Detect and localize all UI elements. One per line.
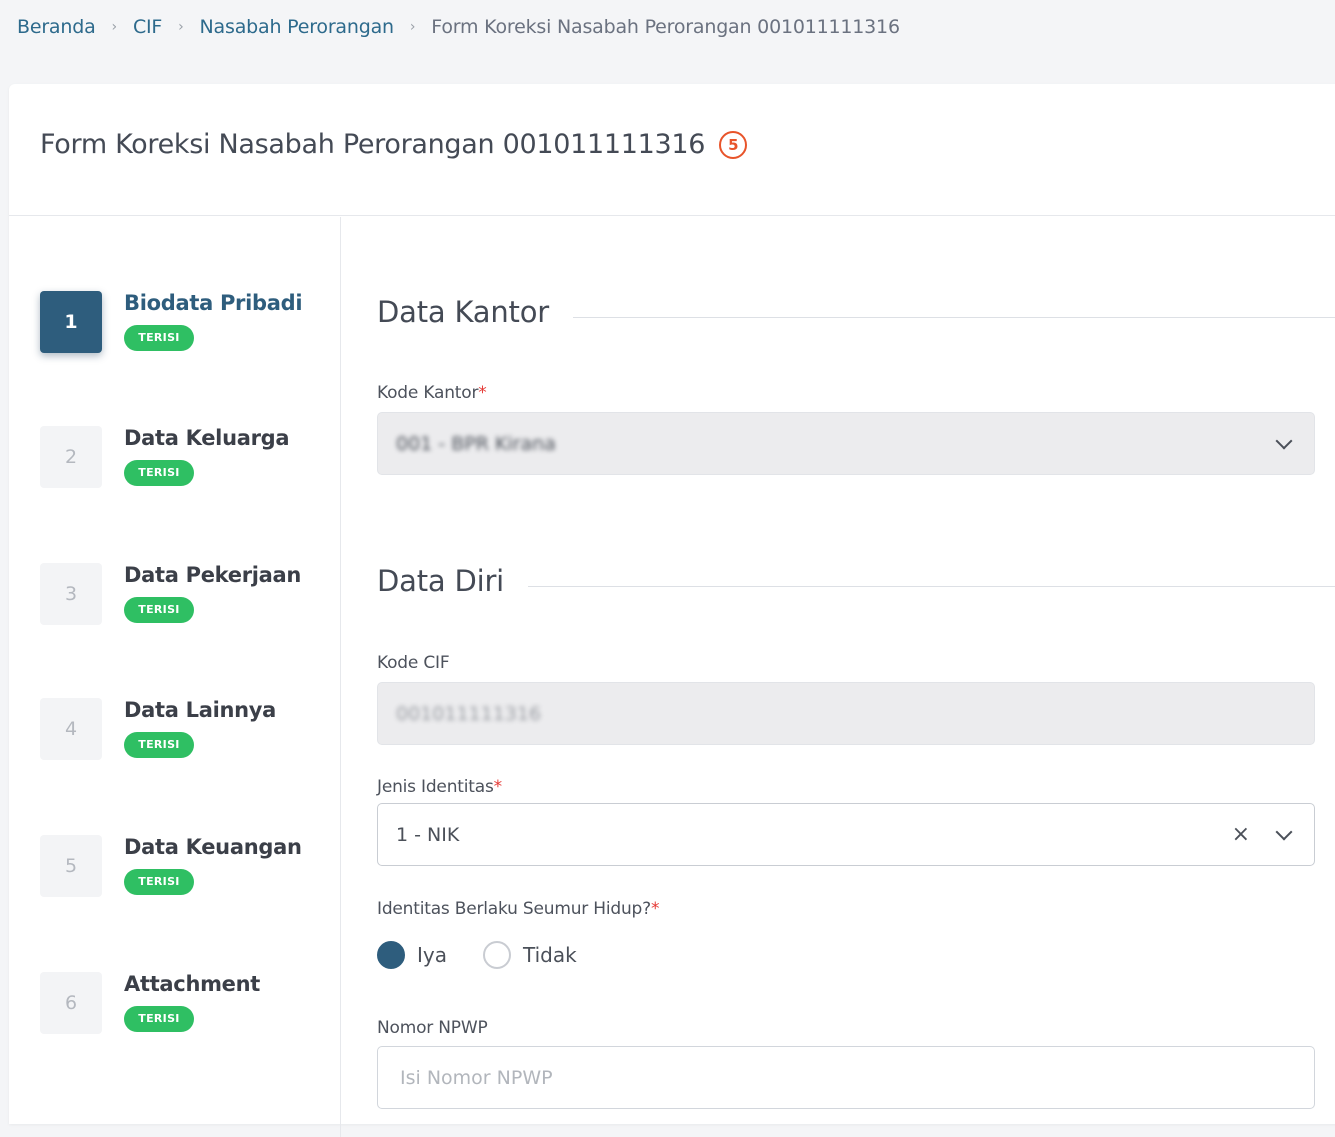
step-biodata-pribadi[interactable]: 1 Biodata Pribadi TERISI [40,291,340,355]
breadcrumb-current: Form Koreksi Nasabah Perorangan 00101111… [431,16,900,38]
radio-checked-icon[interactable] [377,941,405,969]
step-number: 4 [40,698,102,760]
step-attachment[interactable]: 6 Attachment TERISI [40,972,340,1036]
steps-sidebar: 1 Biodata Pribadi TERISI 2 Data Keluarga… [9,217,341,1137]
annotation-marker: 5 [719,130,748,159]
jenis-identitas-select[interactable]: 1 - NIK × [377,803,1315,866]
status-badge: TERISI [124,597,194,623]
step-data-lainnya[interactable]: 4 Data Lainnya TERISI [40,698,340,762]
breadcrumb-beranda[interactable]: Beranda [17,16,96,38]
breadcrumb-cif[interactable]: CIF [133,16,162,38]
radio-unchecked-icon[interactable] [483,941,511,969]
required-marker: * [493,777,503,797]
chevron-down-icon [1275,432,1293,449]
step-label: Data Keuangan [124,835,302,859]
status-badge: TERISI [124,732,194,758]
section-data-kantor: Data Kantor [377,295,1335,329]
identitas-berlaku-radio-group: Iya Tidak [377,941,577,969]
radio-tidak[interactable]: Tidak [483,941,577,969]
kode-kantor-select[interactable]: 001 - BPR Kirana [377,412,1315,475]
chevron-right-icon: › [409,19,416,35]
card-header: Form Koreksi Nasabah Perorangan 00101111… [9,84,1335,216]
kode-kantor-label-text: Kode Kantor [377,383,479,403]
step-label: Data Keluarga [124,426,290,450]
section-data-diri: Data Diri [377,564,1335,598]
step-number: 5 [40,835,102,897]
kode-cif-value: 001011111316 [396,702,542,725]
kode-cif-input: 001011111316 [377,682,1315,745]
kode-kantor-value: 001 - BPR Kirana [396,432,556,455]
chevron-right-icon: › [178,19,184,35]
step-data-pekerjaan[interactable]: 3 Data Pekerjaan TERISI [40,563,340,627]
step-number: 6 [40,972,102,1034]
section-divider [572,316,1335,318]
required-marker: * [650,899,660,919]
jenis-identitas-label-text: Jenis Identitas [377,777,494,797]
step-data-keluarga[interactable]: 2 Data Keluarga TERISI [40,426,340,490]
clear-icon[interactable]: × [1232,822,1250,847]
status-badge: TERISI [124,325,194,351]
chevron-down-icon[interactable] [1275,823,1293,840]
step-label: Biodata Pribadi [124,291,303,315]
radio-label: Tidak [523,943,577,967]
status-badge: TERISI [124,1006,194,1032]
breadcrumb: Beranda › CIF › Nasabah Perorangan › For… [17,14,900,40]
jenis-identitas-value: 1 - NIK [396,823,460,846]
status-badge: TERISI [124,869,194,895]
page-title: Form Koreksi Nasabah Perorangan 00101111… [40,129,706,160]
identitas-berlaku-label-text: Identitas Berlaku Seumur Hidup? [377,899,651,919]
step-number: 1 [40,291,102,353]
section-divider [528,585,1335,587]
section-title: Data Diri [377,564,505,598]
step-label: Data Lainnya [124,698,277,722]
page-title-row: Form Koreksi Nasabah Perorangan 00101111… [40,129,748,160]
nomor-npwp-input[interactable] [396,1066,1296,1089]
radio-iya[interactable]: Iya [377,941,447,969]
form-card: Form Koreksi Nasabah Perorangan 00101111… [9,84,1335,1137]
step-label: Attachment [124,972,261,996]
required-marker: * [478,383,487,403]
radio-label: Iya [417,943,447,967]
step-number: 2 [40,426,102,488]
kode-kantor-label: Kode Kantor* [377,383,487,403]
kode-cif-label: Kode CIF [377,653,450,673]
section-title: Data Kantor [377,295,549,329]
step-number: 3 [40,563,102,625]
jenis-identitas-label: Jenis Identitas* [377,777,502,797]
nomor-npwp-label: Nomor NPWP [377,1018,488,1038]
step-label: Data Pekerjaan [124,563,302,587]
breadcrumb-nasabah-perorangan[interactable]: Nasabah Perorangan [200,16,395,38]
chevron-right-icon: › [111,19,118,35]
step-data-keuangan[interactable]: 5 Data Keuangan TERISI [40,835,340,899]
nomor-npwp-field[interactable] [377,1046,1315,1109]
status-badge: TERISI [124,460,194,486]
identitas-berlaku-label: Identitas Berlaku Seumur Hidup?* [377,899,659,919]
